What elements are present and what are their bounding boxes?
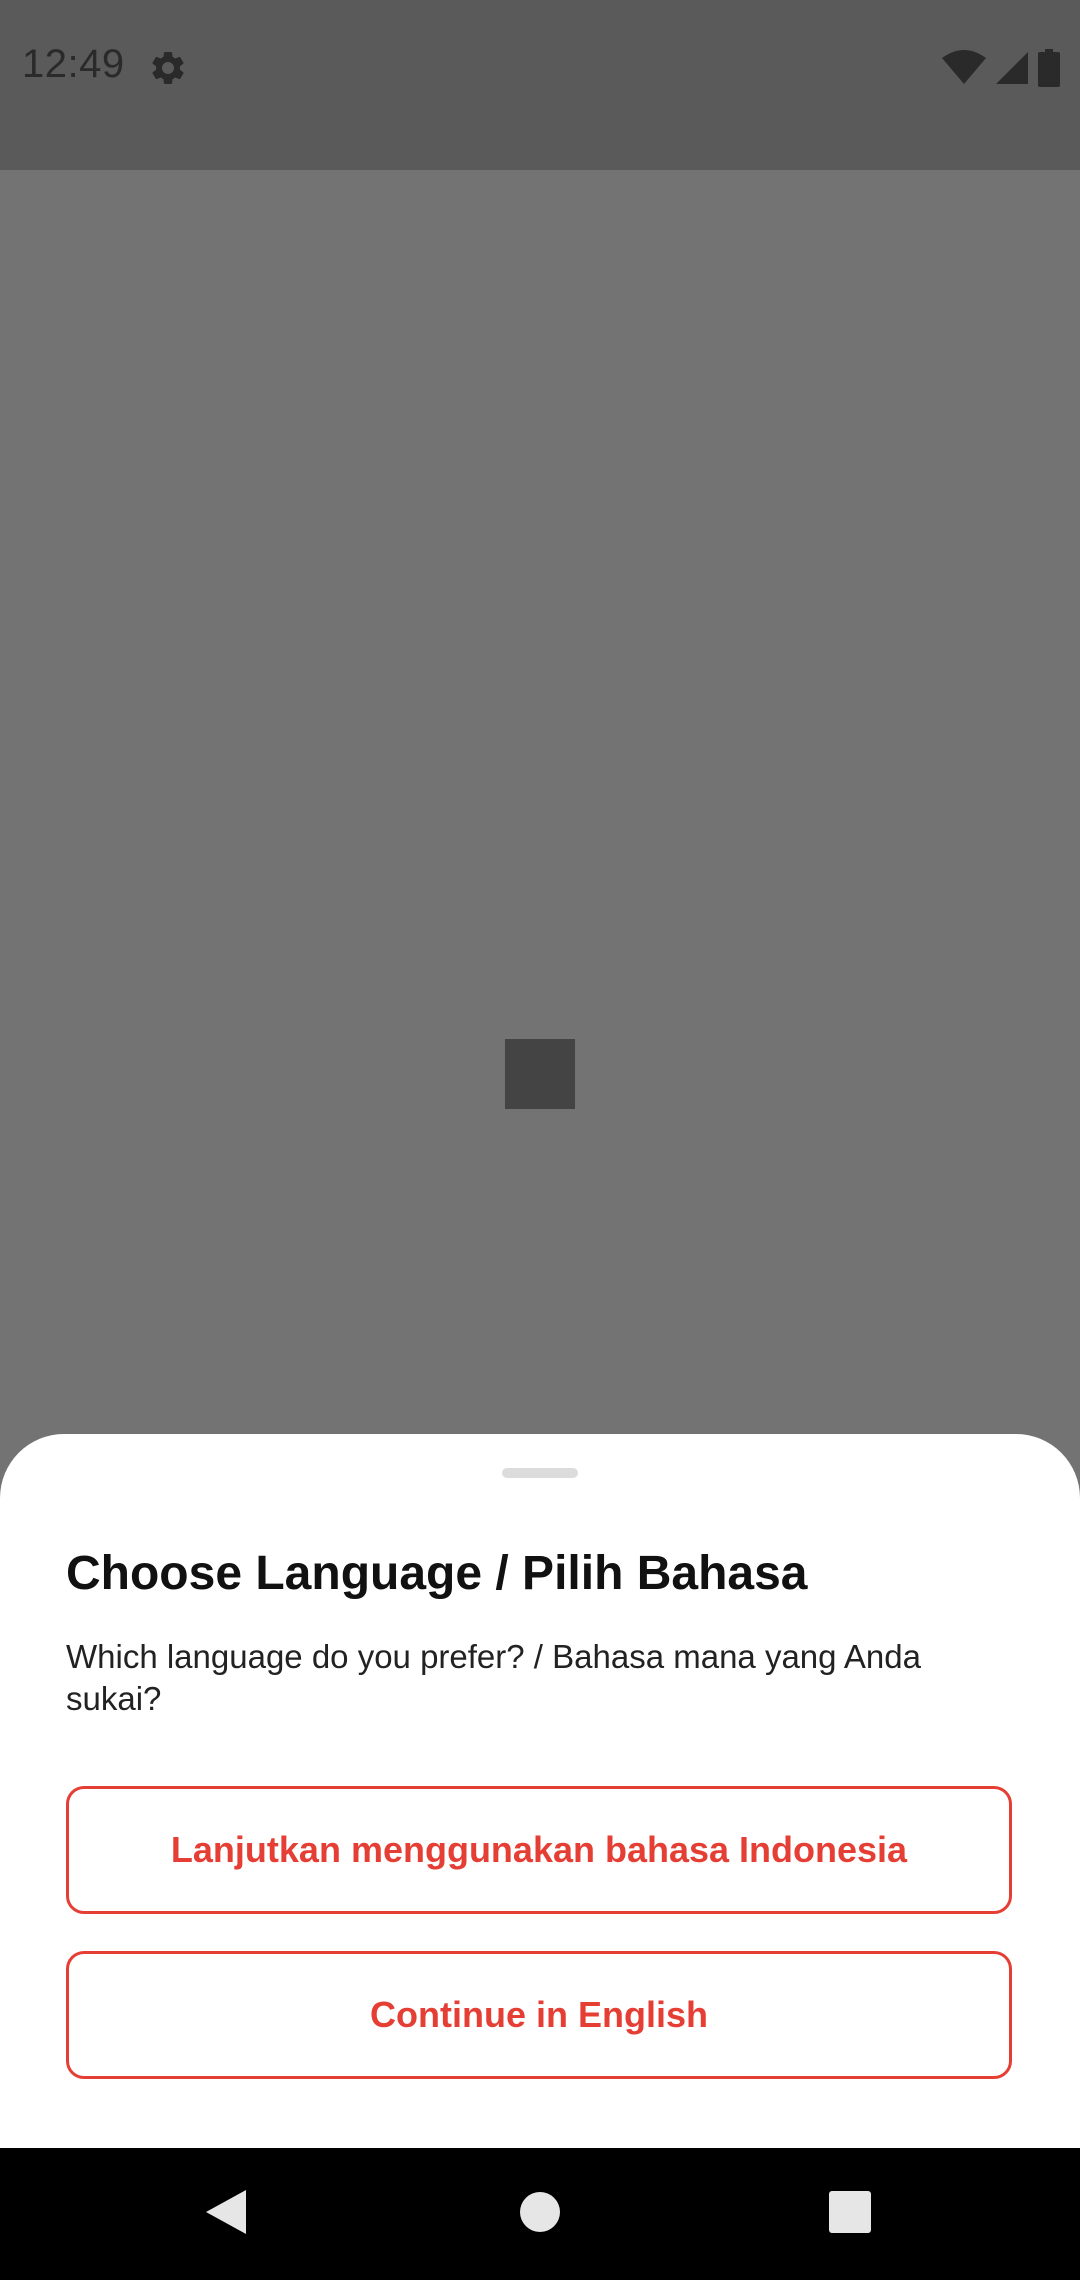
continue-indonesian-button[interactable]: Lanjutkan menggunakan bahasa Indonesia: [66, 1786, 1012, 1914]
recents-icon: [829, 2190, 871, 2238]
drag-handle[interactable]: [502, 1468, 578, 1478]
cellular-signal-icon: [994, 50, 1030, 86]
status-bar: 12:49: [0, 0, 1080, 170]
recents-button[interactable]: [790, 2148, 910, 2280]
back-button[interactable]: [166, 2148, 286, 2280]
loading-indicator: [505, 1039, 575, 1109]
home-button[interactable]: [480, 2148, 600, 2280]
battery-icon: [1038, 49, 1060, 87]
continue-english-button[interactable]: Continue in English: [66, 1951, 1012, 2079]
screen: 12:49 Choose Language / Pilih Bahasa Whi…: [0, 0, 1080, 2280]
wifi-icon: [942, 50, 986, 86]
status-icons: [942, 48, 1060, 88]
language-bottom-sheet: Choose Language / Pilih Bahasa Which lan…: [0, 1434, 1080, 2148]
home-icon: [518, 2190, 562, 2239]
sheet-subtitle: Which language do you prefer? / Bahasa m…: [66, 1638, 921, 1717]
sheet-title: Choose Language / Pilih Bahasa: [66, 1547, 808, 1600]
status-time: 12:49: [22, 42, 125, 86]
back-icon: [204, 2188, 248, 2241]
navigation-bar: [0, 2148, 1080, 2280]
settings-icon: [148, 48, 188, 88]
